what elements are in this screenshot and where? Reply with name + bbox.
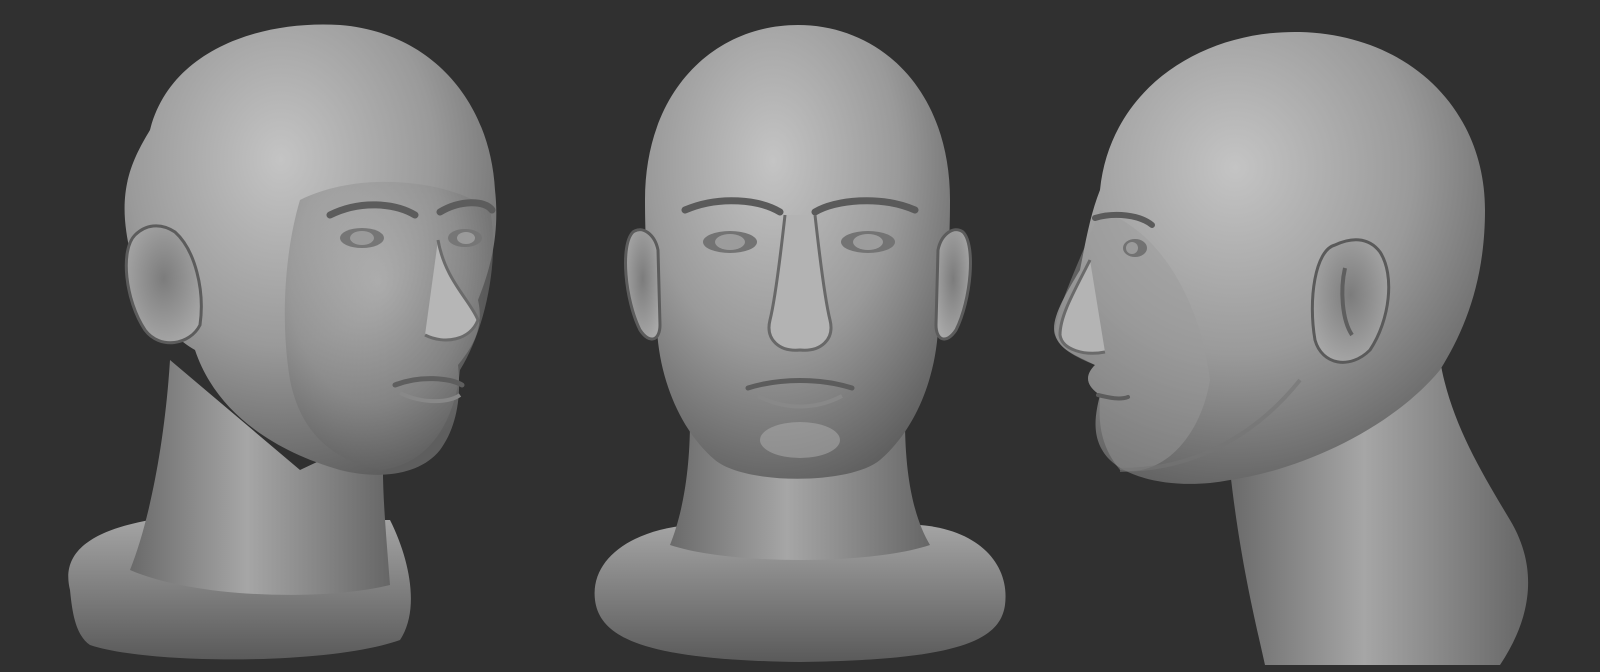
head-profile-view <box>1054 31 1529 665</box>
head-turnaround-render <box>68 24 1529 665</box>
head-three-quarter-view <box>68 24 497 660</box>
sculpt-viewport <box>0 0 1600 672</box>
head-front-view <box>594 25 1006 662</box>
